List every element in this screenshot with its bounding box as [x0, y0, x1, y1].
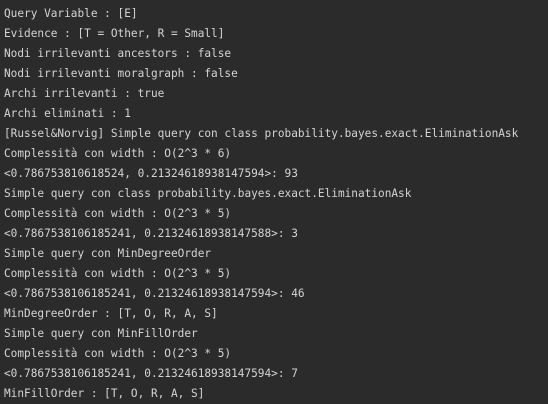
console-line-complexity: Complessità con width : O(2^3 * 5)	[4, 264, 548, 284]
console-line-complexity: Complessità con width : O(2^3 * 6)	[4, 144, 548, 164]
console-line-result: <0.7867538106185241, 0.21324618938147594…	[4, 284, 548, 304]
console-line-nodi-ancestors: Nodi irrilevanti ancestors : false	[4, 44, 548, 64]
console-line-archi-eliminati: Archi eliminati : 1	[4, 104, 548, 124]
console-line-complexity: Complessità con width : O(2^3 * 5)	[4, 344, 548, 364]
console-output[interactable]: Query Variable : [E] Evidence : [T = Oth…	[0, 0, 548, 403]
console-line-evidence: Evidence : [T = Other, R = Small]	[4, 24, 548, 44]
console-line-query-variable: Query Variable : [E]	[4, 4, 548, 24]
console-line-result: <0.7867538106185241, 0.21324618938147588…	[4, 224, 548, 244]
console-line-nodi-moralgraph: Nodi irrilevanti moralgraph : false	[4, 64, 548, 84]
console-line-result: <0.786753810618524, 0.21324618938147594>…	[4, 164, 548, 184]
console-line-elimination-query: Simple query con class probability.bayes…	[4, 184, 548, 204]
console-line-mindegree-order: MinDegreeOrder : [T, O, R, A, S]	[4, 304, 548, 324]
console-line-russel-norvig-query: [Russel&Norvig] Simple query con class p…	[4, 124, 548, 144]
console-line-minfill-order: MinFillOrder : [T, O, R, A, S]	[4, 384, 548, 404]
console-line-complexity: Complessità con width : O(2^3 * 5)	[4, 204, 548, 224]
console-line-archi-irrilevanti: Archi irrilevanti : true	[4, 84, 548, 104]
console-line-mindegree-query: Simple query con MinDegreeOrder	[4, 244, 548, 264]
console-line-minfill-query: Simple query con MinFillOrder	[4, 324, 548, 344]
console-line-result: <0.7867538106185241, 0.21324618938147594…	[4, 364, 548, 384]
